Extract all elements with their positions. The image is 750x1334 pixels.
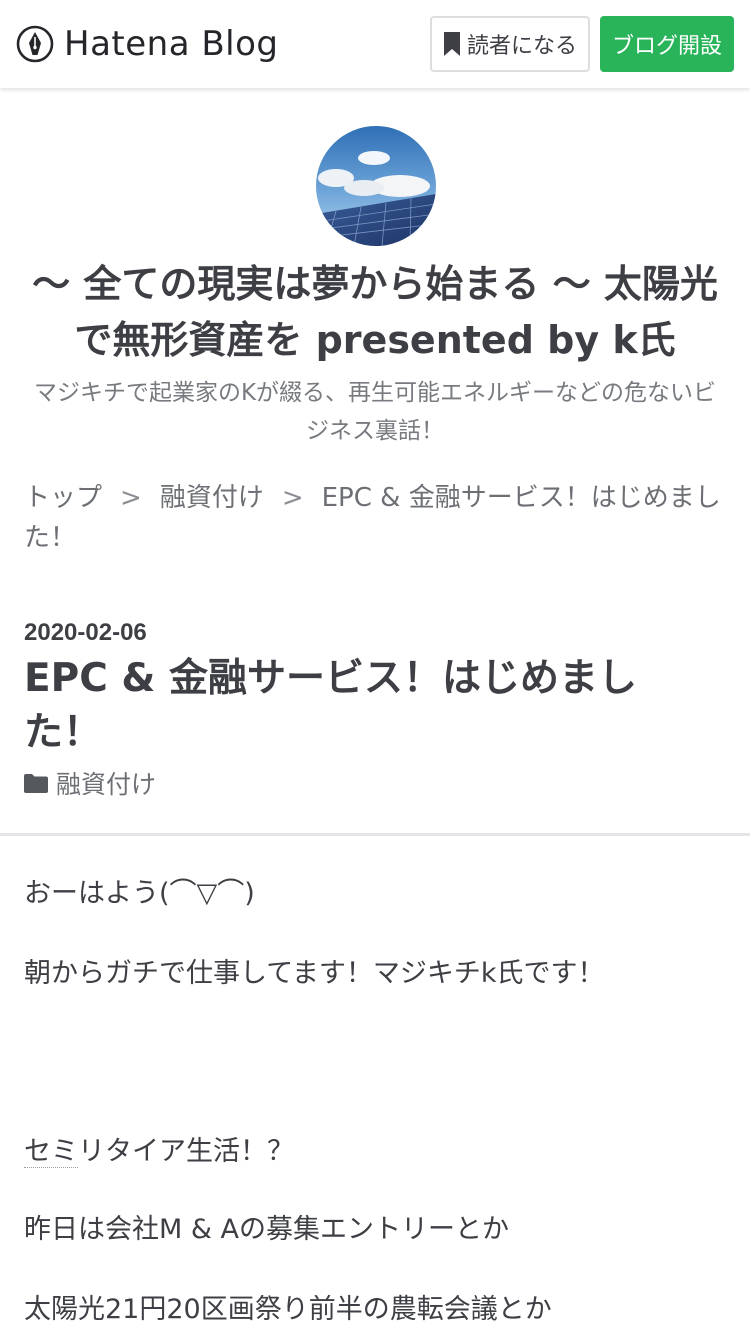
hatena-pen-icon: [16, 25, 54, 63]
top-bar: Hatena Blog 読者になる ブログ開設: [0, 0, 750, 88]
body-paragraph-2: 朝からガチで仕事してます！マジキチk氏です！: [24, 958, 605, 989]
blog-description: マジキチで起業家のKが綴る、再生可能エネルギーなどの危ないビジネス裏話！: [33, 380, 717, 444]
create-blog-label: ブログ開設: [611, 34, 722, 59]
breadcrumb-separator: >: [281, 483, 304, 513]
breadcrumb-item-top[interactable]: トップ: [24, 483, 102, 513]
body-paragraph-5: 太陽光21円20区画祭り前半の農転会議とか: [24, 1294, 552, 1325]
subscribe-button[interactable]: 読者になる: [430, 16, 590, 72]
folder-icon: [24, 774, 48, 793]
body-paragraph-1: おーはよう(⌒▽⌒): [24, 878, 255, 909]
blog-title[interactable]: 〜 全ての現実は夢から始まる 〜 太陽光で無形資産を presented by …: [24, 256, 726, 368]
entry-category-label: 融資付け: [56, 770, 157, 799]
body-paragraph-4: 昨日は会社M & Aの募集エントリーとか: [24, 1214, 509, 1245]
entry-divider: [0, 833, 750, 836]
subscribe-label: 読者になる: [466, 34, 577, 59]
breadcrumb-item-category[interactable]: 融資付け: [160, 483, 264, 513]
logo-text: Hatena Blog: [64, 24, 279, 64]
keyword-link[interactable]: セミ: [24, 1136, 78, 1168]
hatena-blog-logo[interactable]: Hatena Blog: [16, 22, 279, 66]
bookmark-icon: [443, 32, 460, 56]
body-paragraph-3: セミリタイア生活！？: [24, 1132, 724, 1172]
body-paragraph-3-text: リタイア生活！？: [78, 1136, 294, 1167]
blog-avatar[interactable]: [316, 126, 436, 246]
entry-date[interactable]: 2020-02-06: [24, 616, 147, 650]
create-blog-button[interactable]: ブログ開設: [600, 16, 734, 72]
breadcrumb-separator: >: [120, 483, 142, 513]
breadcrumb: トップ > 融資付け > EPC & 金融サービス！はじめました！: [24, 478, 724, 558]
entry-category[interactable]: 融資付け: [24, 764, 156, 802]
entry-title[interactable]: EPC & 金融サービス！はじめました！: [24, 652, 714, 760]
